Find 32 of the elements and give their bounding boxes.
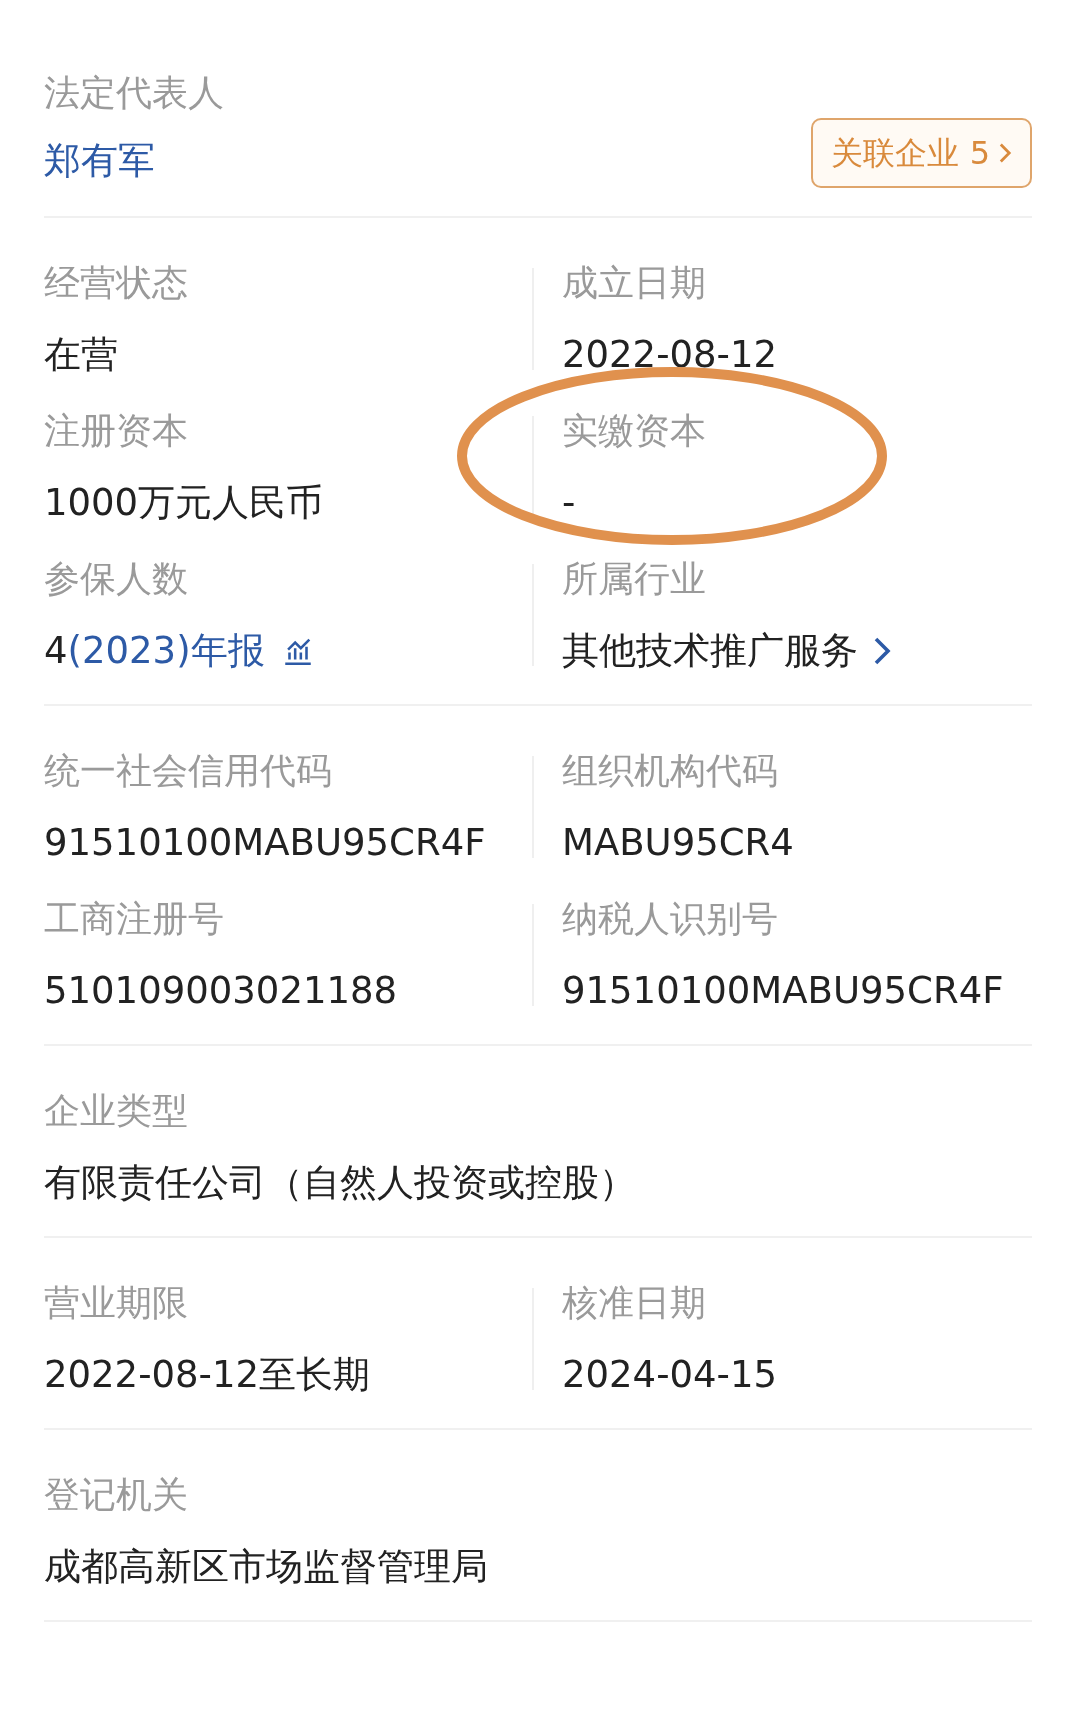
field-label: 核准日期 (562, 1281, 707, 1325)
chevron-right-icon[interactable] (872, 635, 892, 667)
field-label: 组织机构代码 (562, 749, 779, 793)
field-value: - (562, 480, 577, 526)
field-value: 有限责任公司（自然人投资或控股） (44, 1160, 637, 1206)
field-value: 其他技术推广服务 (562, 628, 858, 674)
field-value: 1000万元人民币 (44, 480, 325, 526)
field-value: 在营 (44, 332, 119, 378)
field-value: 2022-08-12至长期 (44, 1352, 372, 1398)
field-label: 所属行业 (562, 557, 707, 601)
field-value: 91510100MABU95CR4F (44, 820, 487, 866)
legal-representative-link[interactable]: 郑有军 (44, 136, 224, 186)
field-value: 成都高新区市场监督管理局 (44, 1544, 489, 1590)
field-label: 统一社会信用代码 (44, 749, 333, 793)
field-label: 纳税人识别号 (562, 897, 779, 941)
field-value: 4 (44, 628, 68, 674)
field-label: 企业类型 (44, 1089, 189, 1133)
field-value: 91510100MABU95CR4F (562, 968, 1005, 1014)
field-label: 营业期限 (44, 1281, 189, 1325)
field-label: 工商注册号 (44, 897, 225, 941)
field-value: MABU95CR4 (562, 820, 795, 866)
field-label: 注册资本 (44, 409, 189, 453)
field-label: 登记机关 (44, 1473, 189, 1517)
field-label: 成立日期 (562, 261, 707, 305)
field-value: 2022-08-12 (562, 332, 779, 378)
field-value: 2024-04-15 (562, 1352, 779, 1398)
annual-report-link[interactable]: (2023)年报 (67, 626, 265, 676)
field-label: 经营状态 (44, 261, 189, 305)
field-label: 参保人数 (44, 557, 189, 601)
field-label: 实缴资本 (562, 409, 707, 453)
field-value: 510109003021188 (44, 968, 399, 1014)
field-label: 法定代表人 (44, 71, 224, 115)
